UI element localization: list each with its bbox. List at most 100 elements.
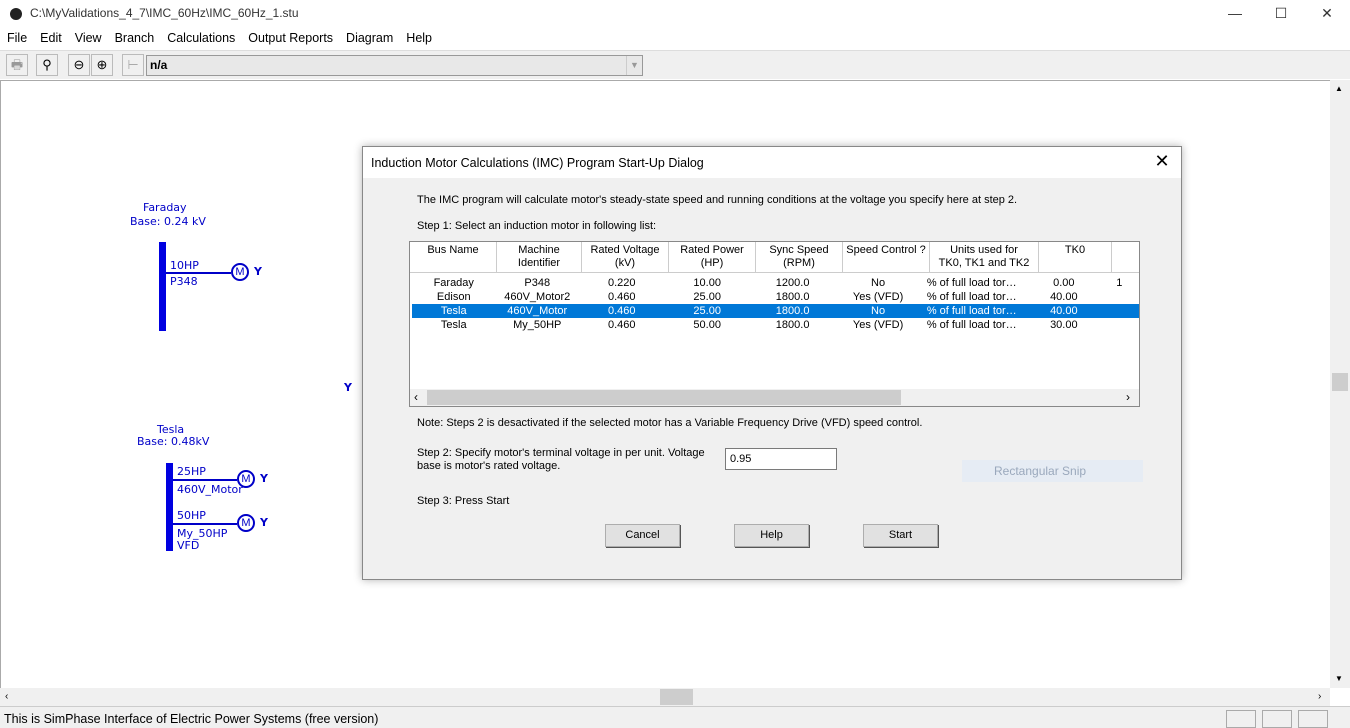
help-button[interactable]: Help [734,524,809,547]
column-header-sync-speed[interactable]: Sync Speed (RPM) [756,242,843,273]
bus-tool-icon[interactable]: ⊢ [122,54,144,76]
step1-label: Step 1: Select an induction motor in fol… [417,220,657,232]
menu-calculations[interactable]: Calculations [160,28,241,48]
bus-base-faraday: Base: 0.24 kV [130,215,206,228]
list-row[interactable]: Tesla My_50HP 0.460 50.00 1800.0 Yes (VFD) % o… [412,318,1139,332]
scroll-left-icon[interactable]: ‹ [414,390,418,404]
motor-id: P348 [170,275,198,288]
column-header-speed-control[interactable]: Speed Control ? [843,242,930,273]
scroll-right-icon[interactable]: › [1318,691,1321,702]
voltage-input[interactable]: 0.95 [725,448,837,470]
cell-tk1 [1100,290,1139,304]
list-horizontal-scrollbar[interactable]: ‹ › [410,389,1139,406]
step2-label: Step 2: Specify motor's terminal voltage… [417,447,705,472]
menu-branch[interactable]: Branch [108,28,161,48]
column-header-tk1[interactable] [1112,242,1139,273]
cell-tk-units: % of full load tor… [926,305,1017,317]
scrollbar-thumb[interactable] [1332,373,1348,391]
cell-bus-name: Edison [436,291,471,303]
menu-output-reports[interactable]: Output Reports [241,28,339,48]
cell-rated-power: 50.00 [693,319,721,331]
cell-rated-voltage: 0.460 [607,305,636,317]
scroll-left-icon[interactable]: ‹ [5,691,8,702]
menu-edit[interactable]: Edit [33,28,68,48]
cell-machine-identifier: P348 [524,277,551,289]
element-selector[interactable]: n/a ▼ [146,55,643,76]
zoom-out-icon[interactable]: ⊖ [68,54,90,76]
cell-tk0: 0.00 [1053,277,1075,289]
chevron-down-icon[interactable]: ▼ [626,56,642,75]
branch-line [173,523,237,525]
column-header-machine-identifier[interactable]: Machine Identifier [497,242,582,273]
bus-faraday[interactable] [159,242,166,331]
wye-icon: Y [344,381,352,394]
scrollbar-thumb[interactable] [427,390,901,405]
cell-machine-identifier: 460V_Motor [507,305,568,317]
column-header-tk0[interactable]: TK0 [1039,242,1112,273]
cell-tk0: 40.00 [1050,291,1078,303]
cell-machine-identifier: 460V_Motor2 [504,291,571,303]
cell-rated-power: 25.00 [693,291,721,303]
cell-tk0: 30.00 [1050,319,1078,331]
wye-icon: Y [254,265,262,278]
vertical-scrollbar[interactable]: ▲ ▼ [1330,80,1350,688]
cell-rated-power: 10.00 [693,277,721,289]
print-icon[interactable]: 🖶 [6,54,28,76]
cell-tk-units: % of full load tor… [926,291,1017,303]
list-row[interactable]: Edison 460V_Motor2 0.460 25.00 1800.0 Yes (VF… [412,290,1139,304]
scroll-up-icon[interactable]: ▲ [1335,84,1343,93]
cancel-button[interactable]: Cancel [605,524,680,547]
cell-tk0: 40.00 [1050,305,1078,317]
cell-speed-control: Yes (VFD) [852,291,904,303]
status-panel [1262,710,1292,728]
menu-file[interactable]: File [0,28,33,48]
rectangular-snip-ghost: Rectangular Snip [962,460,1143,482]
dialog-close-button[interactable]: ✕ [1151,151,1173,172]
close-button[interactable]: ✕ [1304,0,1350,28]
menu-help[interactable]: Help [399,28,438,48]
maximize-button[interactable]: ☐ [1258,0,1304,28]
step3-label: Step 3: Press Start [417,495,510,507]
imc-startup-dialog: Induction Motor Calculations (IMC) Progr… [362,146,1182,580]
horizontal-scrollbar[interactable]: ‹ › [0,688,1330,706]
scroll-right-icon[interactable]: › [1126,390,1130,404]
cell-speed-control: Yes (VFD) [852,319,904,331]
column-header-bus-name[interactable]: Bus Name [410,242,497,273]
wye-icon: Y [260,472,268,485]
binoculars-icon[interactable]: ⚲ [36,54,58,76]
app-icon [10,8,22,20]
vfd-label: VFD [177,539,200,552]
list-row[interactable]: Faraday P348 0.220 10.00 1200.0 No% of full l… [412,276,1139,290]
menu-view[interactable]: View [68,28,108,48]
cell-speed-control: No [871,277,886,289]
motor-list[interactable]: Bus Name Machine Identifier Rated Voltage … [409,241,1140,407]
scrollbar-thumb[interactable] [660,689,693,705]
list-header: Bus Name Machine Identifier Rated Voltage … [410,242,1139,273]
cell-sync-speed: 1800.0 [775,319,810,331]
motor-rating: 25HP [177,465,206,478]
motor-icon[interactable]: M [231,263,249,281]
toolbar: 🖶 ⚲ ⊖ ⊕ ⊢ n/a ▼ [0,50,1350,79]
zoom-in-icon[interactable]: ⊕ [91,54,113,76]
title-bar: C:\MyValidations_4_7\IMC_60Hz\IMC_60Hz_1… [0,0,1350,28]
dialog-title-bar: Induction Motor Calculations (IMC) Progr… [363,147,1181,178]
motor-icon[interactable]: M [237,514,255,532]
minimize-button[interactable]: — [1212,0,1258,28]
scroll-down-icon[interactable]: ▼ [1335,674,1343,683]
cell-tk-units: % of full load tor… [926,319,1017,331]
cell-rated-voltage: 0.460 [607,291,636,303]
cell-rated-voltage: 0.460 [607,319,636,331]
cell-tk-units: % of full load tor… [926,277,1017,289]
column-header-rated-voltage[interactable]: Rated Voltage (kV) [582,242,669,273]
element-selector-value: n/a [150,58,168,72]
list-row[interactable]: Tesla 460V_Motor 0.460 25.00 1800.0 No % of fu… [412,304,1139,318]
column-header-rated-power[interactable]: Rated Power (HP) [669,242,756,273]
bus-tesla[interactable] [166,463,173,551]
cell-speed-control: No [871,305,886,317]
column-header-tk-units[interactable]: Units used for TK0, TK1 and TK2 [930,242,1039,273]
branch-line [173,479,237,481]
start-button[interactable]: Start [863,524,938,547]
menu-diagram[interactable]: Diagram [339,28,399,48]
motor-rating: 10HP [170,259,199,272]
motor-icon[interactable]: M [237,470,255,488]
